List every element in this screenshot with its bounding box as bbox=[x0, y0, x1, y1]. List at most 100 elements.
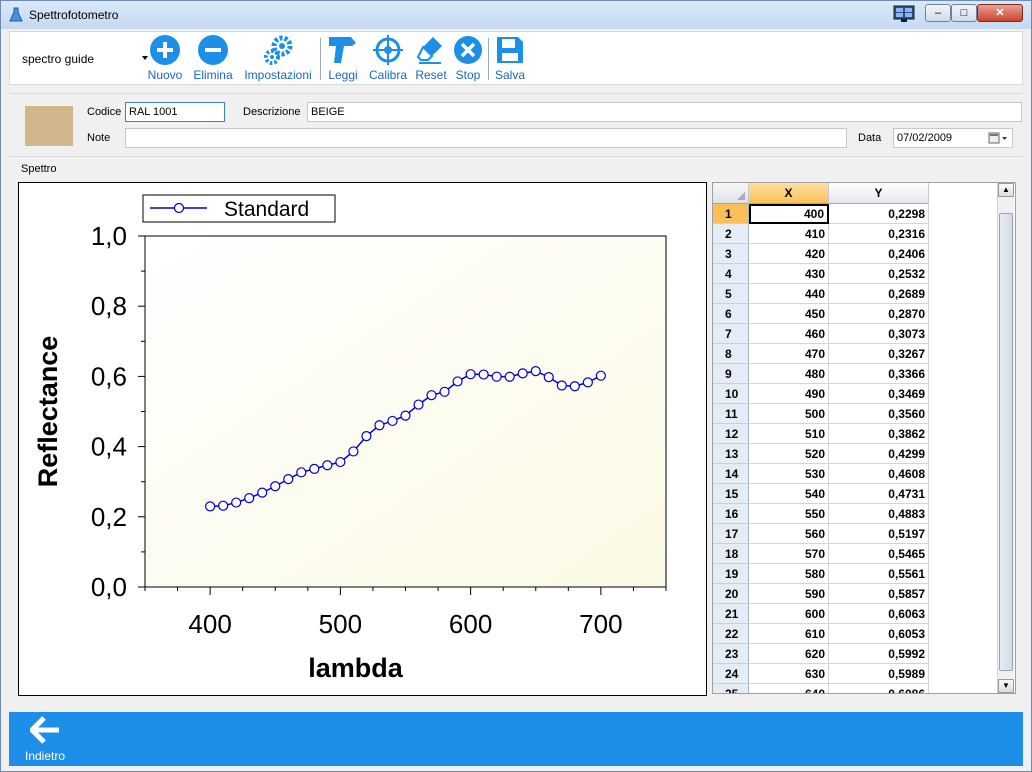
salva-button[interactable]: Salva bbox=[492, 34, 528, 84]
row-header[interactable]: 2 bbox=[713, 224, 749, 244]
row-header[interactable]: 19 bbox=[713, 564, 749, 584]
scroll-thumb[interactable] bbox=[999, 213, 1013, 671]
row-header[interactable]: 3 bbox=[713, 244, 749, 264]
row-header[interactable]: 10 bbox=[713, 384, 749, 404]
row-header[interactable]: 21 bbox=[713, 604, 749, 624]
cell-x[interactable]: 590 bbox=[749, 584, 829, 604]
row-header[interactable]: 13 bbox=[713, 444, 749, 464]
table-row[interactable]: 6 450 0,2870 bbox=[713, 304, 929, 324]
cell-x[interactable]: 440 bbox=[749, 284, 829, 304]
table-row[interactable]: 4 430 0,2532 bbox=[713, 264, 929, 284]
impostazioni-button[interactable]: Impostazioni bbox=[242, 34, 314, 84]
cell-x[interactable]: 600 bbox=[749, 604, 829, 624]
stop-button[interactable]: Stop bbox=[452, 34, 484, 84]
cell-y[interactable]: 0,5992 bbox=[829, 644, 929, 664]
table-row[interactable]: 2 410 0,2316 bbox=[713, 224, 929, 244]
cell-x[interactable]: 450 bbox=[749, 304, 829, 324]
monitor-icon[interactable] bbox=[893, 5, 915, 23]
cell-x[interactable]: 640 bbox=[749, 684, 829, 693]
table-row[interactable]: 14 530 0,4608 bbox=[713, 464, 929, 484]
cell-x[interactable]: 570 bbox=[749, 544, 829, 564]
row-header[interactable]: 20 bbox=[713, 584, 749, 604]
cell-x[interactable]: 540 bbox=[749, 484, 829, 504]
row-header[interactable]: 1 bbox=[713, 204, 749, 224]
minimize-button[interactable]: – bbox=[925, 4, 951, 22]
cell-y[interactable]: 0,3073 bbox=[829, 324, 929, 344]
cell-y[interactable]: 0,2532 bbox=[829, 264, 929, 284]
row-header[interactable]: 24 bbox=[713, 664, 749, 684]
cell-y[interactable]: 0,3560 bbox=[829, 404, 929, 424]
row-header[interactable]: 8 bbox=[713, 344, 749, 364]
row-header[interactable]: 4 bbox=[713, 264, 749, 284]
cell-y[interactable]: 0,3862 bbox=[829, 424, 929, 444]
cell-x[interactable]: 510 bbox=[749, 424, 829, 444]
table-row[interactable]: 1 400 0,2298 bbox=[713, 204, 929, 224]
indietro-button[interactable]: Indietro bbox=[19, 716, 71, 763]
cell-x[interactable]: 530 bbox=[749, 464, 829, 484]
row-header[interactable]: 11 bbox=[713, 404, 749, 424]
table-row[interactable]: 22 610 0,6053 bbox=[713, 624, 929, 644]
grid-header-y[interactable]: Y bbox=[829, 183, 929, 204]
cell-x[interactable]: 520 bbox=[749, 444, 829, 464]
row-header[interactable]: 12 bbox=[713, 424, 749, 444]
table-row[interactable]: 24 630 0,5989 bbox=[713, 664, 929, 684]
row-header[interactable]: 5 bbox=[713, 284, 749, 304]
cell-y[interactable]: 0,2870 bbox=[829, 304, 929, 324]
table-row[interactable]: 13 520 0,4299 bbox=[713, 444, 929, 464]
maximize-button[interactable]: □ bbox=[951, 4, 977, 22]
cell-y[interactable]: 0,2298 bbox=[829, 204, 929, 224]
table-row[interactable]: 17 560 0,5197 bbox=[713, 524, 929, 544]
cell-x[interactable]: 410 bbox=[749, 224, 829, 244]
grid-header-x[interactable]: X bbox=[749, 183, 829, 204]
cell-y[interactable]: 0,4299 bbox=[829, 444, 929, 464]
reset-button[interactable]: Reset bbox=[414, 34, 448, 84]
table-row[interactable]: 5 440 0,2689 bbox=[713, 284, 929, 304]
cell-y[interactable]: 0,5561 bbox=[829, 564, 929, 584]
table-row[interactable]: 3 420 0,2406 bbox=[713, 244, 929, 264]
table-row[interactable]: 8 470 0,3267 bbox=[713, 344, 929, 364]
cell-y[interactable]: 0,5989 bbox=[829, 664, 929, 684]
cell-y[interactable]: 0,6063 bbox=[829, 604, 929, 624]
table-row[interactable]: 19 580 0,5561 bbox=[713, 564, 929, 584]
close-button[interactable]: ✕ bbox=[977, 4, 1023, 22]
row-header[interactable]: 18 bbox=[713, 544, 749, 564]
cell-x[interactable]: 630 bbox=[749, 664, 829, 684]
cell-y[interactable]: 0,3267 bbox=[829, 344, 929, 364]
cell-y[interactable]: 0,4883 bbox=[829, 504, 929, 524]
cell-y[interactable]: 0,3366 bbox=[829, 364, 929, 384]
row-header[interactable]: 22 bbox=[713, 624, 749, 644]
cell-y[interactable]: 0,6053 bbox=[829, 624, 929, 644]
row-header[interactable]: 7 bbox=[713, 324, 749, 344]
cell-x[interactable]: 620 bbox=[749, 644, 829, 664]
scroll-down-button[interactable]: ▼ bbox=[998, 679, 1014, 693]
table-row[interactable]: 15 540 0,4731 bbox=[713, 484, 929, 504]
title-bar[interactable]: Spettrofotometro – □ ✕ bbox=[1, 1, 1031, 29]
table-row[interactable]: 21 600 0,6063 bbox=[713, 604, 929, 624]
cell-x[interactable]: 500 bbox=[749, 404, 829, 424]
note-field[interactable] bbox=[125, 128, 847, 148]
cell-y[interactable]: 0,2406 bbox=[829, 244, 929, 264]
grid-corner[interactable] bbox=[713, 183, 749, 204]
row-header[interactable]: 25 bbox=[713, 684, 749, 693]
nuovo-button[interactable]: Nuovo bbox=[144, 34, 186, 84]
profile-select[interactable]: spectro guide bbox=[22, 52, 150, 68]
row-header[interactable]: 9 bbox=[713, 364, 749, 384]
table-row[interactable]: 12 510 0,3862 bbox=[713, 424, 929, 444]
table-row[interactable]: 9 480 0,3366 bbox=[713, 364, 929, 384]
cell-y[interactable]: 0,4608 bbox=[829, 464, 929, 484]
cell-y[interactable]: 0,5465 bbox=[829, 544, 929, 564]
cell-x[interactable]: 430 bbox=[749, 264, 829, 284]
table-row[interactable]: 25 640 0,6086 bbox=[713, 684, 929, 693]
cell-y[interactable]: 0,2689 bbox=[829, 284, 929, 304]
cell-x[interactable]: 400 bbox=[749, 204, 829, 224]
elimina-button[interactable]: Elimina bbox=[191, 34, 235, 84]
table-row[interactable]: 23 620 0,5992 bbox=[713, 644, 929, 664]
cell-x[interactable]: 550 bbox=[749, 504, 829, 524]
table-row[interactable]: 7 460 0,3073 bbox=[713, 324, 929, 344]
cell-x[interactable]: 420 bbox=[749, 244, 829, 264]
scroll-up-button[interactable]: ▲ bbox=[998, 183, 1014, 197]
cell-y[interactable]: 0,3469 bbox=[829, 384, 929, 404]
date-picker[interactable]: 07/02/2009 bbox=[893, 128, 1013, 148]
table-row[interactable]: 16 550 0,4883 bbox=[713, 504, 929, 524]
cell-y[interactable]: 0,6086 bbox=[829, 684, 929, 693]
